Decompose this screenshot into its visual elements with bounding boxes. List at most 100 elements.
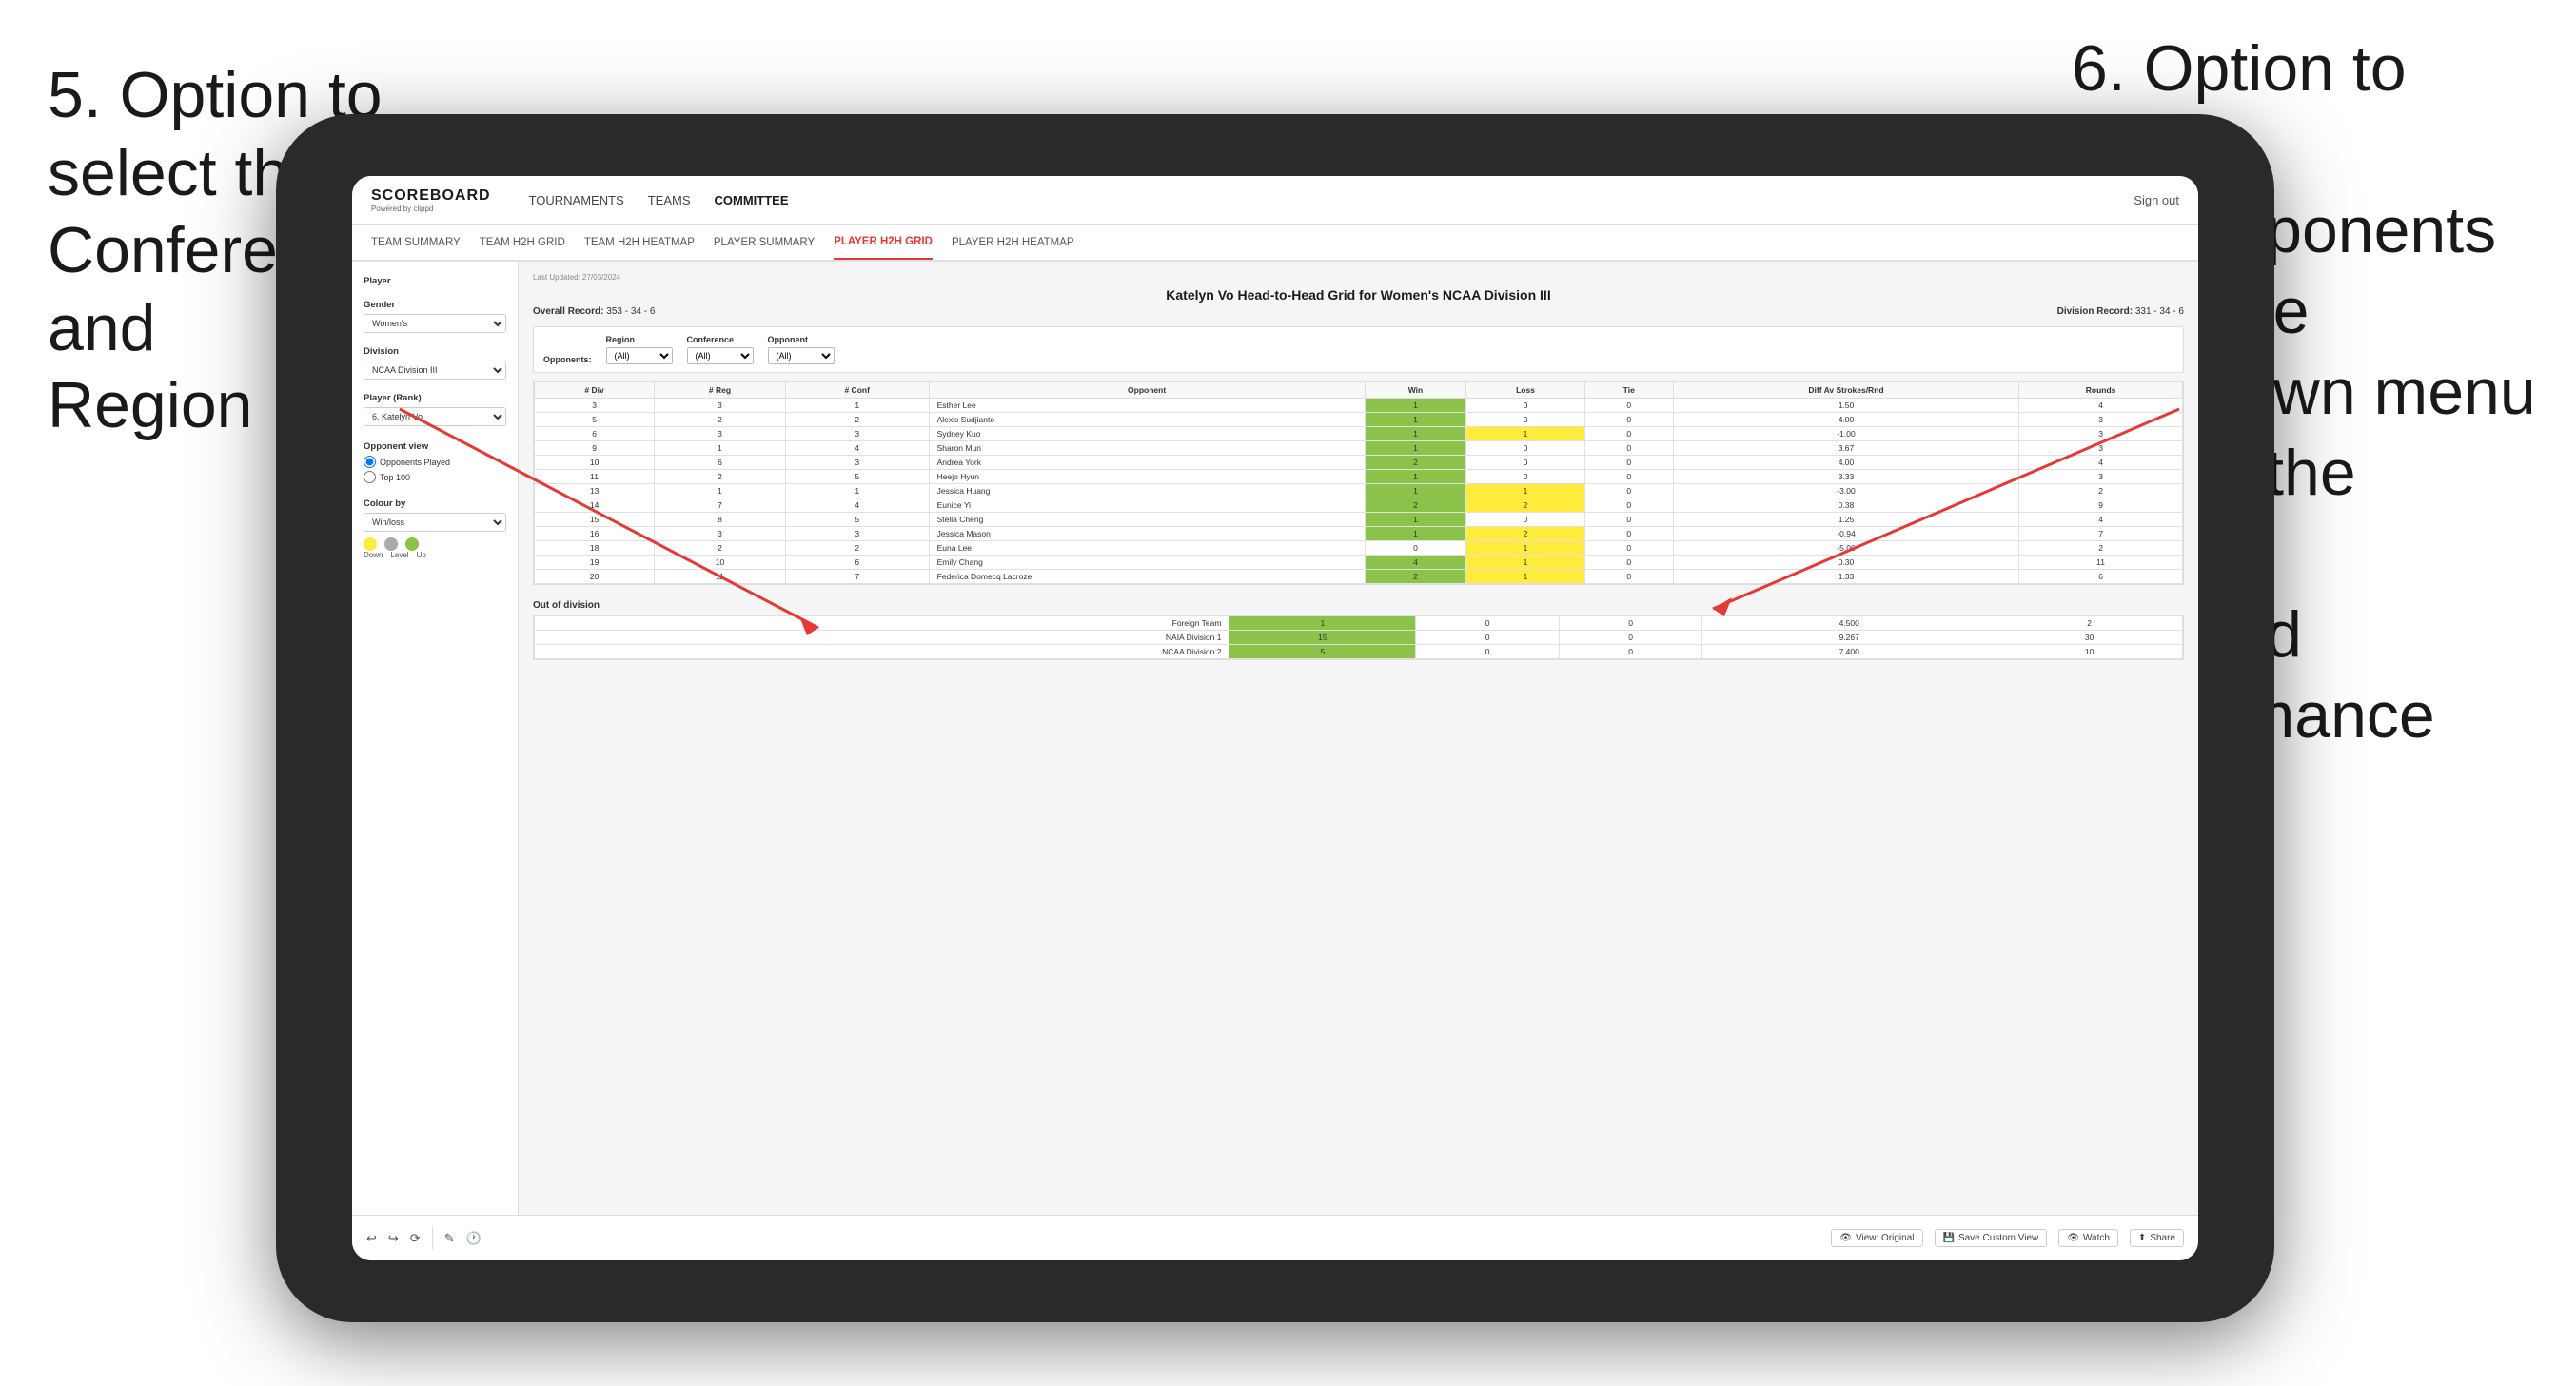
cell-div: 15 [535,513,655,527]
table-row: 20 11 7 Federica Domecq Lacroze 2 1 0 1.… [535,570,2183,584]
subnav-team-h2h-grid[interactable]: TEAM H2H GRID [480,225,565,260]
sidebar: Player Gender Women's Division NCAA Divi… [352,262,519,1215]
ood-cell-diff: 7.400 [1702,645,1996,659]
cell-conf: 4 [785,498,929,513]
radio-opponents-played[interactable]: Opponents Played [364,456,506,468]
cell-tie: 0 [1584,399,1673,413]
cell-diff: -5.00 [1673,541,2018,556]
undo-icon[interactable]: ↩ [366,1231,377,1246]
cell-div: 6 [535,427,655,441]
subnav-team-summary[interactable]: TEAM SUMMARY [371,225,461,260]
cell-win: 2 [1365,570,1466,584]
ood-cell-loss: 0 [1416,645,1560,659]
ood-cell-win: 15 [1229,631,1416,645]
player-rank-select[interactable]: 6. Katelyn Vo [364,407,506,426]
cell-tie: 0 [1584,484,1673,498]
clock-icon[interactable]: 🕐 [466,1231,482,1246]
table-row: 14 7 4 Eunice Yi 2 2 0 0.38 9 [535,498,2183,513]
cell-conf: 4 [785,441,929,456]
nav-sign-out[interactable]: Sign out [2134,193,2179,207]
records-row: Overall Record: 353 - 34 - 6 Division Re… [533,306,2184,317]
cell-opponent: Andrea York [929,456,1365,470]
cell-opponent: Stella Cheng [929,513,1365,527]
ood-cell-rounds: 2 [1996,616,2183,631]
cell-conf: 2 [785,541,929,556]
division-select[interactable]: NCAA Division III [364,361,506,380]
logo-text: SCOREBOARD [371,187,491,205]
cell-loss: 1 [1466,484,1584,498]
col-tie: Tie [1584,382,1673,399]
conference-select[interactable]: (All) Conf [687,347,754,364]
cell-div: 3 [535,399,655,413]
cell-tie: 0 [1584,513,1673,527]
cell-conf: 7 [785,570,929,584]
cell-rounds: 3 [2019,413,2183,427]
cell-rounds: 2 [2019,541,2183,556]
ood-cell-name: Foreign Team [535,616,1229,631]
cell-reg: 1 [655,441,786,456]
colour-labels: Down Level Up [364,551,506,559]
cell-opponent: Sydney Kuo [929,427,1365,441]
cell-rounds: 3 [2019,427,2183,441]
cell-rounds: 3 [2019,470,2183,484]
report-title: Katelyn Vo Head-to-Head Grid for Women's… [533,287,2184,303]
colour-by-select[interactable]: Win/loss [364,513,506,532]
colour-by-label: Colour by [364,498,506,509]
cell-tie: 0 [1584,470,1673,484]
ood-cell-loss: 0 [1416,631,1560,645]
radio-top100[interactable]: Top 100 [364,471,506,483]
edit-icon[interactable]: ✎ [444,1231,455,1246]
cell-win: 1 [1365,513,1466,527]
save-custom-btn[interactable]: 💾 Save Custom View [1935,1229,2048,1247]
colour-level-dot [384,537,398,551]
cell-tie: 0 [1584,570,1673,584]
subnav-team-h2h-heatmap[interactable]: TEAM H2H HEATMAP [584,225,695,260]
table-row: 13 1 1 Jessica Huang 1 1 0 -3.00 2 [535,484,2183,498]
cell-opponent: Euna Lee [929,541,1365,556]
nav-tournaments[interactable]: TOURNAMENTS [529,189,624,211]
cell-rounds: 11 [2019,556,2183,570]
view-original-btn[interactable]: 👁 View: Original [1831,1229,1922,1247]
cell-win: 1 [1365,470,1466,484]
redo-icon[interactable]: ↪ [388,1231,399,1246]
ood-cell-tie: 0 [1559,616,1702,631]
watch-btn[interactable]: 👁 Watch [2058,1229,2118,1247]
share-btn[interactable]: ⬆ Share [2130,1229,2184,1247]
nav-committee[interactable]: COMMITTEE [715,189,789,211]
table-row: 19 10 6 Emily Chang 4 1 0 0.30 11 [535,556,2183,570]
cell-div: 11 [535,470,655,484]
cell-conf: 1 [785,399,929,413]
subnav-player-summary[interactable]: PLAYER SUMMARY [714,225,815,260]
subnav-player-h2h-heatmap[interactable]: PLAYER H2H HEATMAP [952,225,1074,260]
cell-tie: 0 [1584,527,1673,541]
filter-row: Opponents: Region (All) East West Confer… [543,335,2173,364]
nav-teams[interactable]: TEAMS [648,189,691,211]
nav-right: Sign out [2134,193,2179,207]
col-loss: Loss [1466,382,1584,399]
history-icon[interactable]: ⟳ [410,1231,421,1246]
cell-tie: 0 [1584,556,1673,570]
region-select[interactable]: (All) East West [606,347,673,364]
cell-conf: 2 [785,413,929,427]
logo-sub: Powered by clippd [371,205,491,213]
table-row: 3 3 1 Esther Lee 1 0 0 1.50 4 [535,399,2183,413]
ood-table-row: NCAA Division 2 5 0 0 7.400 10 [535,645,2183,659]
cell-opponent: Sharon Mun [929,441,1365,456]
col-div: # Div [535,382,655,399]
filter-section: Opponents: Region (All) East West Confer… [533,326,2184,373]
cell-conf: 3 [785,527,929,541]
player-label: Player [364,276,506,286]
cell-div: 13 [535,484,655,498]
cell-diff: -3.00 [1673,484,2018,498]
cell-win: 1 [1365,441,1466,456]
cell-opponent: Jessica Huang [929,484,1365,498]
cell-loss: 0 [1466,456,1584,470]
subnav-player-h2h-grid[interactable]: PLAYER H2H GRID [834,225,933,260]
gender-select[interactable]: Women's [364,314,506,333]
ood-cell-name: NCAA Division 2 [535,645,1229,659]
cell-rounds: 7 [2019,527,2183,541]
content-area: Last Updated: 27/03/2024 Katelyn Vo Head… [519,262,2198,1215]
cell-win: 2 [1365,498,1466,513]
cell-diff: 1.25 [1673,513,2018,527]
opponent-select[interactable]: (All) [768,347,835,364]
